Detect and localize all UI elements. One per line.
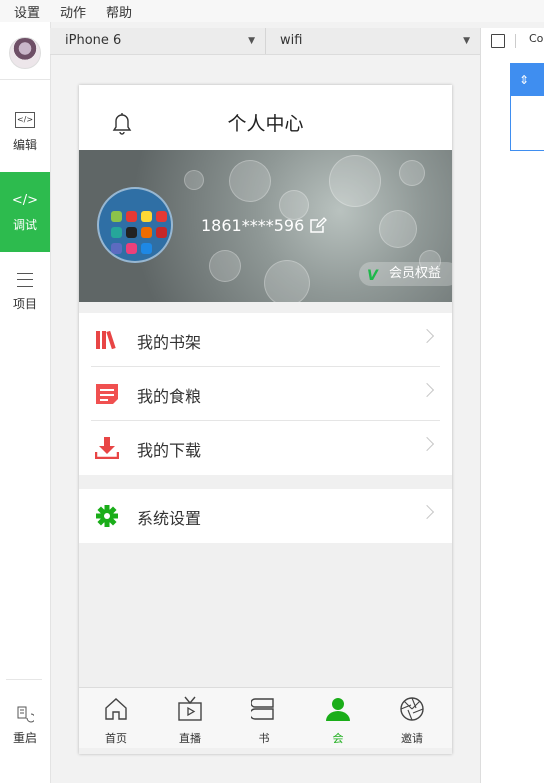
sidebar-item-debug[interactable]: </> 调试: [0, 172, 50, 252]
restart-icon: [17, 706, 34, 722]
vip-logo: V: [367, 268, 378, 284]
devtools-panel: ⇕: [510, 63, 544, 151]
code-icon: </>: [11, 192, 39, 208]
sidebar-divider: [6, 679, 42, 680]
aperture-icon: [400, 697, 424, 721]
sidebar-divider: [0, 79, 50, 80]
tab-label: 直播: [179, 732, 201, 745]
sidebar-item-label: 调试: [12, 217, 37, 232]
download-icon: [95, 437, 119, 459]
tab-label: 首页: [105, 732, 127, 745]
tab-invite[interactable]: 邀请: [375, 688, 449, 748]
code-box-icon: </>: [15, 111, 35, 128]
tab-label: 书: [258, 732, 270, 745]
chevron-right-icon: [419, 436, 435, 452]
devtools-tab[interactable]: Co: [529, 32, 543, 45]
tab-live[interactable]: 直播: [153, 688, 227, 748]
list-item-settings[interactable]: 系统设置: [79, 489, 452, 543]
vip-benefits-button[interactable]: V 会员权益: [359, 262, 452, 286]
menu-actions[interactable]: 动作: [60, 2, 86, 21]
device-select-value: iPhone 6: [65, 33, 122, 48]
menu-help[interactable]: 帮助: [106, 2, 132, 21]
device-select[interactable]: iPhone 6 ▼: [50, 28, 266, 54]
tab-book[interactable]: 书: [227, 688, 301, 748]
simulator-toolbar: iPhone 6 ▼ wifi ▼: [50, 28, 480, 55]
sidebar-item-edit[interactable]: </> 编辑: [0, 92, 50, 172]
profile-banner: 1861****596 V 会员权益: [79, 150, 452, 302]
bookshelf-icon: [96, 330, 116, 350]
sidebar: </> 编辑 </> 调试 项目 重启: [0, 22, 51, 783]
list-item-bookshelf[interactable]: 我的书架: [79, 313, 452, 367]
list-item-label: 我的下载: [137, 441, 202, 460]
chevron-right-icon: [419, 504, 435, 520]
chevron-down-icon: ▼: [463, 36, 470, 46]
tab-label: 会: [332, 732, 344, 745]
avatar[interactable]: [9, 37, 41, 69]
sidebar-item-project[interactable]: 项目: [0, 252, 50, 332]
tab-bar: 首页 直播 书 会 邀请: [79, 687, 452, 748]
home-icon: [105, 698, 127, 720]
network-select[interactable]: wifi ▼: [266, 28, 480, 54]
list-icon: [17, 272, 33, 287]
user-phone: 1861****596: [201, 216, 305, 235]
list-item-label: 我的书架: [137, 333, 202, 352]
chevron-down-icon: ▼: [248, 36, 255, 46]
inspect-icon[interactable]: [491, 34, 505, 48]
list-item-label: 我的食粮: [137, 387, 202, 406]
settings-list: 系统设置: [79, 489, 452, 543]
sidebar-item-restart[interactable]: 重启: [0, 690, 50, 760]
list-item-food[interactable]: 我的食粮: [79, 367, 452, 421]
note-icon: [96, 384, 118, 404]
phone-screen: 个人中心 1861****596 V 会员权益 我的书架 我的食粮 我的下载 系…: [79, 85, 452, 754]
toolbar-divider: [515, 34, 516, 48]
sidebar-item-label: 项目: [12, 296, 37, 311]
nav-bar: 个人中心: [79, 85, 452, 150]
vip-label: 会员权益: [389, 266, 442, 281]
user-avatar[interactable]: [97, 187, 173, 263]
tv-icon: [178, 696, 202, 721]
sidebar-item-label: 编辑: [12, 137, 37, 152]
tab-member[interactable]: 会: [301, 688, 375, 748]
list-item-label: 系统设置: [137, 509, 202, 528]
chevron-right-icon: [419, 382, 435, 398]
book-icon: [251, 698, 274, 720]
edit-icon[interactable]: [309, 216, 327, 234]
chevron-right-icon: [419, 328, 435, 344]
tab-label: 邀请: [401, 732, 423, 745]
gear-icon: [96, 505, 118, 527]
list-item-download[interactable]: 我的下载: [79, 421, 452, 475]
menu-list: 我的书架 我的食粮 我的下载: [79, 313, 452, 475]
menu-settings[interactable]: 设置: [14, 2, 40, 21]
tab-home[interactable]: 首页: [79, 688, 153, 748]
menu-bar: 设置 动作 帮助: [0, 0, 544, 22]
network-select-value: wifi: [280, 33, 303, 48]
user-icon: [326, 698, 350, 721]
devtools-pane: Co ⇕: [480, 28, 544, 783]
page-title: 个人中心: [227, 113, 304, 135]
expand-icon[interactable]: ⇕: [511, 64, 544, 96]
sidebar-item-label: 重启: [12, 730, 37, 745]
